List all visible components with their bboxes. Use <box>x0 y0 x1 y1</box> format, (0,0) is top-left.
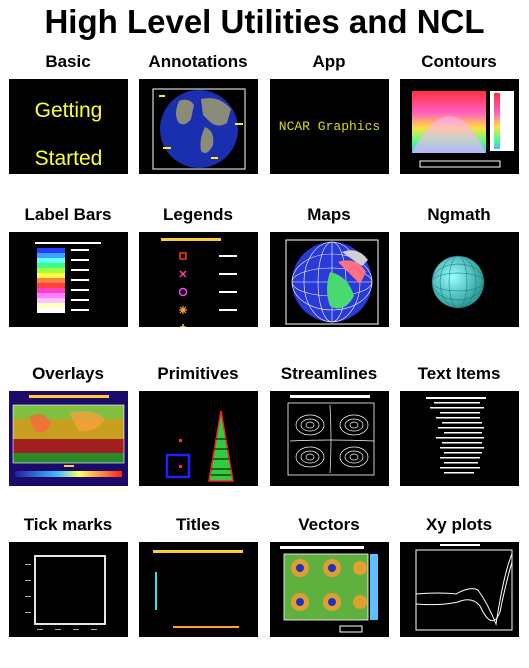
example-contours[interactable]: Contours <box>394 52 524 202</box>
app-thumbnail[interactable]: NCAR Graphics <box>270 79 389 174</box>
example-legends[interactable]: Legends <box>133 205 263 355</box>
example-basic[interactable]: Basic Getting Started <box>3 52 133 202</box>
example-label: App <box>312 52 346 71</box>
basic-thumbnail[interactable]: Getting Started <box>9 79 128 174</box>
titles-image <box>153 550 243 628</box>
example-overlays[interactable]: Overlays <box>3 364 133 514</box>
example-vectors[interactable]: Vectors <box>264 515 394 665</box>
primitives-thumbnail[interactable] <box>139 391 258 486</box>
streamlines-thumbnail[interactable] <box>270 391 389 486</box>
example-tick-marks[interactable]: Tick marks <box>3 515 133 665</box>
example-primitives[interactable]: Primitives <box>133 364 263 514</box>
example-label: Xy plots <box>425 515 493 534</box>
annotations-thumbnail[interactable] <box>139 79 258 174</box>
example-label: Ngmath <box>427 205 491 224</box>
example-label: Titles <box>175 515 221 534</box>
example-titles[interactable]: Titles <box>133 515 263 665</box>
example-label: Primitives <box>157 364 239 383</box>
example-label: Text Items <box>417 364 501 383</box>
example-label: Tick marks <box>23 515 113 534</box>
contours-thumbnail[interactable] <box>400 79 519 174</box>
globe-image <box>152 88 246 170</box>
xy-plot-image <box>415 544 513 631</box>
vectors-thumbnail[interactable] <box>270 542 389 637</box>
overlays-thumbnail[interactable] <box>9 391 128 486</box>
example-app[interactable]: App NCAR Graphics <box>264 52 394 202</box>
example-ngmath[interactable]: Ngmath <box>394 205 524 355</box>
example-label: Vectors <box>298 515 360 534</box>
sphere-image <box>431 255 485 309</box>
example-label: Streamlines <box>280 364 378 383</box>
contour-image <box>412 91 514 168</box>
example-xy-plots[interactable]: Xy plots <box>394 515 524 665</box>
primitives-image <box>165 410 234 482</box>
map-image <box>285 239 379 325</box>
basic-line1: Getting <box>34 99 103 122</box>
overlay-map-image <box>12 395 125 477</box>
example-maps[interactable]: Maps <box>264 205 394 355</box>
streamline-image <box>287 395 375 476</box>
page-title: High Level Utilities and NCL <box>44 3 485 40</box>
maps-thumbnail[interactable] <box>270 232 389 327</box>
example-text-items[interactable]: Text Items <box>394 364 524 514</box>
ngmath-thumbnail[interactable] <box>400 232 519 327</box>
label-bar-image <box>35 242 101 313</box>
legends-thumbnail[interactable] <box>139 232 258 327</box>
text-lines-image <box>426 397 486 474</box>
example-label: Label Bars <box>24 205 112 224</box>
example-streamlines[interactable]: Streamlines <box>264 364 394 514</box>
label-bars-thumbnail[interactable] <box>9 232 128 327</box>
tick-marks-thumbnail[interactable] <box>9 542 128 637</box>
example-label: Legends <box>163 205 233 224</box>
example-annotations[interactable]: Annotations <box>133 52 263 202</box>
example-label: Basic <box>45 52 91 71</box>
tick-marks-image <box>25 555 106 630</box>
vector-image <box>280 546 378 633</box>
example-label-bars[interactable]: Label Bars <box>3 205 133 355</box>
example-label: Overlays <box>32 364 104 383</box>
example-label: Maps <box>307 205 351 224</box>
example-label: Contours <box>421 52 497 71</box>
app-text: NCAR Graphics <box>278 119 381 134</box>
text-items-thumbnail[interactable] <box>400 391 519 486</box>
xy-plots-thumbnail[interactable] <box>400 542 519 637</box>
basic-line2: Started <box>34 147 103 170</box>
example-label: Annotations <box>148 52 248 71</box>
legend-image <box>161 238 237 327</box>
titles-thumbnail[interactable] <box>139 542 258 637</box>
